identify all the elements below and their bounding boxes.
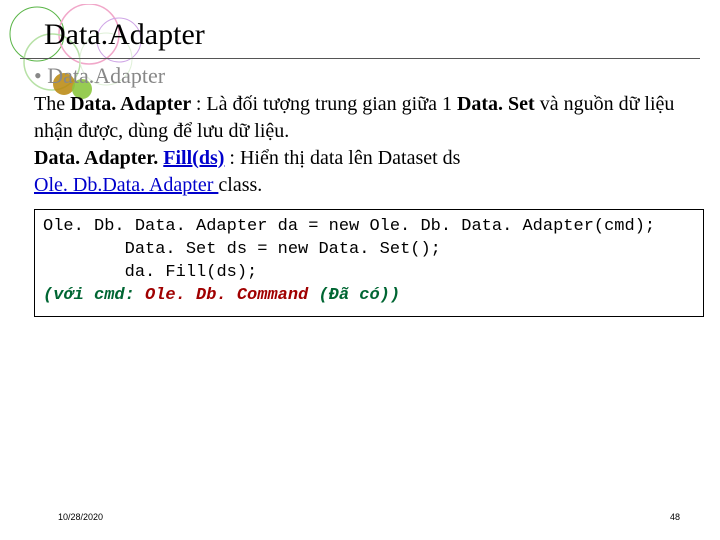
text-fill-bold: Data. Adapter. <box>34 147 163 169</box>
code-box: Ole. Db. Data. Adapter da = new Ole. Db.… <box>34 209 704 317</box>
text-fill-desc: : Hiển thị data lên Dataset ds <box>224 147 460 169</box>
text-the: The <box>34 93 70 115</box>
code-line-2: Data. Set ds = new Data. Set(); <box>43 239 695 262</box>
code-line-3: da. Fill(ds); <box>43 262 695 285</box>
code-line-1: Ole. Db. Data. Adapter da = new Ole. Db.… <box>43 216 695 239</box>
text-dataadapter-bold: Data. Adapter <box>70 93 196 115</box>
footer-date: 10/28/2020 <box>58 512 103 522</box>
body-paragraph: The Data. Adapter : Là đối tượng trung g… <box>34 91 704 199</box>
slide-title: Data.Adapter <box>44 18 205 51</box>
text-dataset-bold: Data. Set <box>457 93 535 115</box>
code-line-4: (với cmd: Ole. Db. Command (Đã có)) <box>43 285 695 308</box>
text-class: class. <box>218 174 262 196</box>
link-oledb[interactable]: Ole. Db.Data. Adapter <box>34 174 218 196</box>
bullet-heading: • Data.Adapter <box>34 63 700 89</box>
footer-page-number: 48 <box>670 512 680 522</box>
link-fill[interactable]: Fill(ds) <box>163 147 224 169</box>
divider <box>20 58 700 59</box>
text-desc1: : Là đối tượng trung gian giữa 1 <box>196 93 457 115</box>
